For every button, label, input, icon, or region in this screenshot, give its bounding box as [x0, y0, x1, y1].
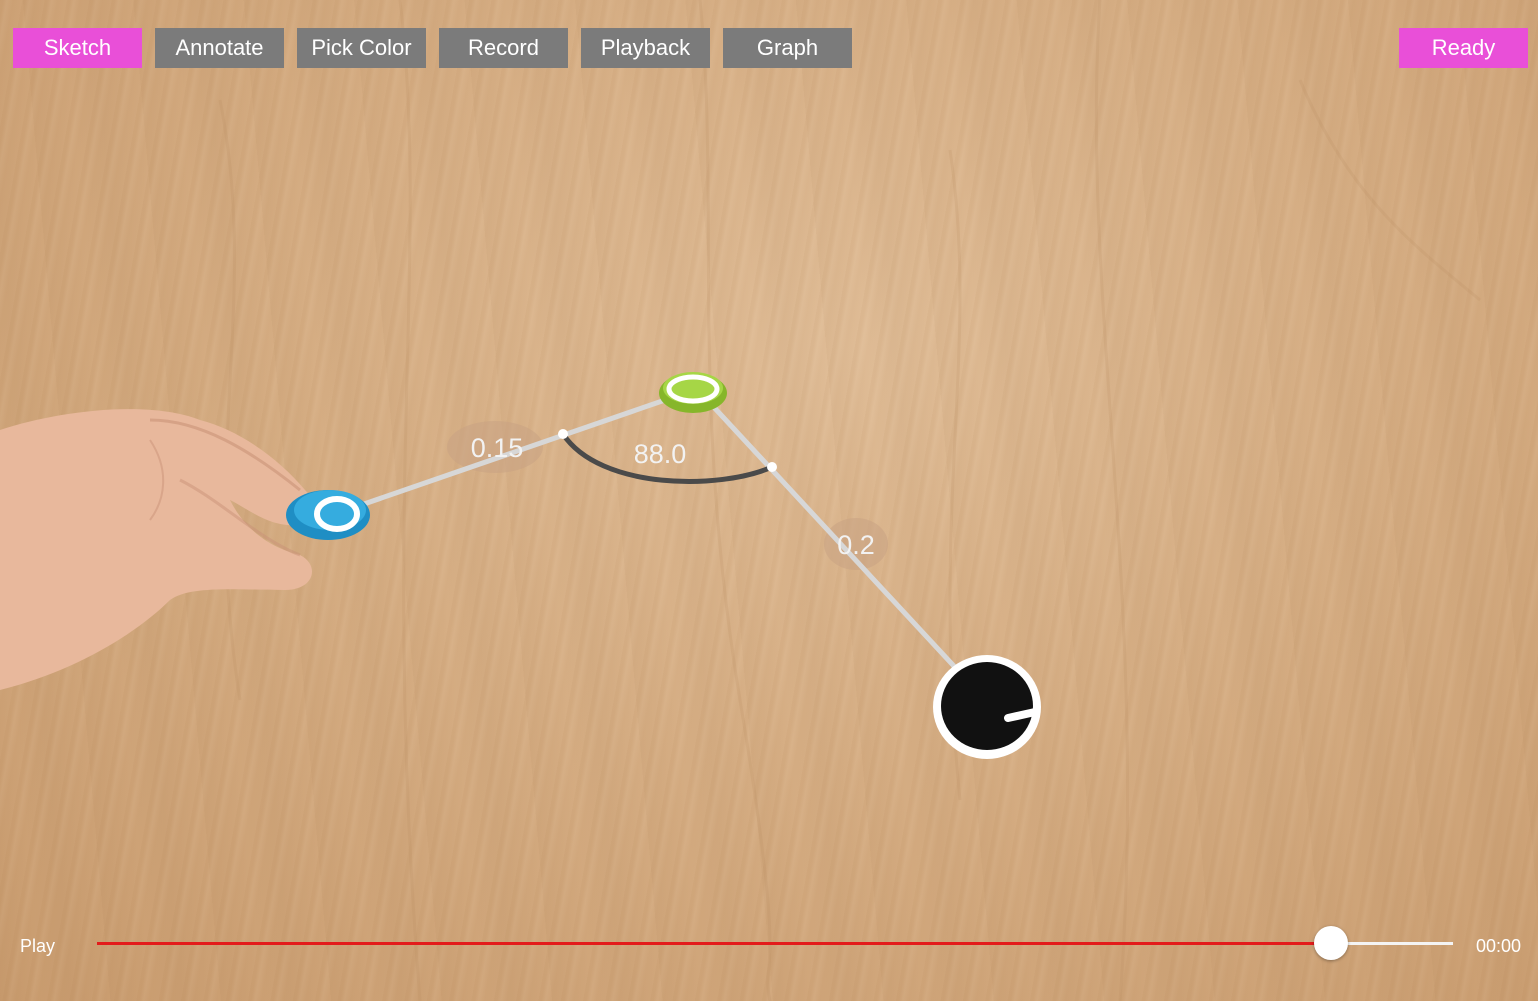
green-marker[interactable]	[659, 372, 727, 413]
timeline-played-track	[97, 942, 1331, 945]
black-marker[interactable]	[933, 655, 1041, 759]
ar-camera-view[interactable]: 0.15 88.0 0.2 Sketch Annotate Pick Color…	[0, 0, 1538, 1001]
timeline-remaining-track	[1330, 942, 1453, 945]
ar-scene: 0.15 88.0 0.2	[0, 0, 1481, 1001]
timeline-thumb[interactable]	[1313, 926, 1348, 960]
wood-grain	[218, 0, 1481, 1001]
pick-color-button[interactable]: Pick Color	[297, 28, 426, 68]
time-label: 00:00	[1476, 936, 1522, 956]
arc-end-dot	[767, 462, 777, 472]
annotate-button[interactable]: Annotate	[155, 28, 284, 68]
distance-right-label: 0.2	[837, 530, 875, 560]
blue-marker[interactable]	[286, 490, 370, 540]
record-button[interactable]: Record	[439, 28, 568, 68]
playback-button[interactable]: Playback	[581, 28, 710, 68]
ready-button[interactable]: Ready	[1399, 28, 1528, 68]
angle-label: 88.0	[634, 439, 687, 469]
graph-button[interactable]: Graph	[723, 28, 852, 68]
play-button[interactable]: Play	[20, 936, 55, 957]
arc-start-dot	[558, 429, 568, 439]
distance-left-label: 0.15	[471, 433, 524, 463]
hand	[0, 409, 316, 690]
timeline-slider[interactable]	[97, 926, 1453, 960]
sketch-button[interactable]: Sketch	[13, 28, 142, 68]
